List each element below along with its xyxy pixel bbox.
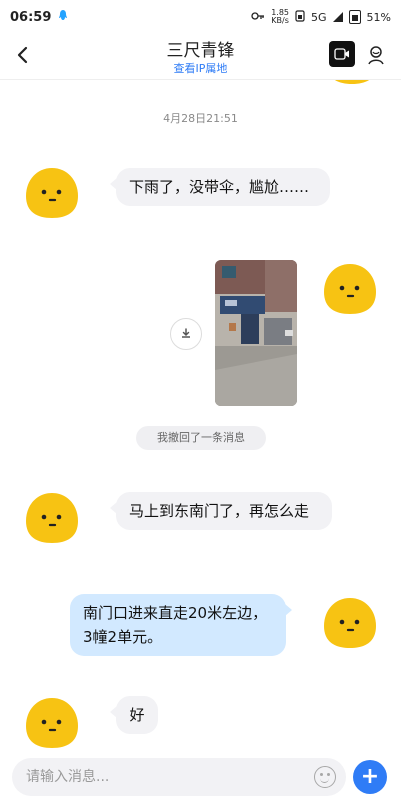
download-icon: [182, 328, 190, 338]
recall-notice-text: 我撤回了一条消息: [157, 431, 245, 444]
emoji-button[interactable]: [314, 766, 336, 788]
message-text: 好: [129, 706, 145, 724]
chat-header: 三尺青锋 查看IP属地: [0, 34, 401, 80]
network-speed-unit: KB/s: [271, 16, 289, 25]
message-text: 马上到东南门了，再怎么走: [129, 502, 310, 520]
smile-icon: [320, 777, 329, 783]
video-camera-icon: [334, 48, 349, 60]
key-icon: [251, 11, 265, 24]
download-button[interactable]: [170, 318, 202, 350]
plus-icon: +: [360, 764, 380, 789]
chat-area[interactable]: 4月28日21:51 下雨了，没带伞，尴尬…… 我撤回了一条消息 马上到东南门了…: [0, 80, 401, 750]
battery-icon: [348, 10, 361, 24]
contact-avatar[interactable]: [22, 692, 82, 750]
profile-icon: [368, 46, 384, 65]
video-call-button[interactable]: [329, 41, 355, 67]
recall-notice: 我撤回了一条消息: [136, 426, 266, 450]
message-input-placeholder: 请输入消息...: [26, 769, 110, 785]
self-avatar[interactable]: [320, 258, 380, 318]
photo-thumbnail: [215, 260, 297, 406]
self-avatar[interactable]: [322, 80, 382, 88]
incoming-message[interactable]: 马上到东南门了，再怎么走: [110, 492, 332, 530]
message-input[interactable]: 请输入消息...: [12, 758, 346, 796]
status-left: 06:59: [10, 9, 69, 25]
network-type: 5G: [311, 10, 327, 24]
status-bar: 06:59 1.85 KB/s 5G 51%: [0, 0, 401, 34]
message-timestamp: 4月28日21:51: [163, 112, 238, 125]
profile-button[interactable]: [363, 42, 389, 68]
more-options-button[interactable]: +: [353, 760, 387, 794]
status-right: 1.85 KB/s 5G 51%: [251, 9, 391, 25]
battery-percent: 51%: [366, 10, 391, 24]
message-text: 下雨了，没带伞，尴尬……: [129, 178, 310, 196]
status-time: 06:59: [10, 9, 52, 25]
outgoing-message[interactable]: 南门口进来直走20米左边，3幢2单元。: [70, 594, 292, 656]
self-avatar[interactable]: [320, 592, 380, 652]
sim-icon: [295, 9, 305, 25]
qq-notification-icon: [57, 9, 69, 25]
contact-avatar[interactable]: [22, 162, 82, 222]
network-speed: 1.85 KB/s: [271, 9, 289, 25]
composer-bar: 请输入消息... +: [0, 750, 401, 800]
contact-avatar[interactable]: [22, 487, 82, 547]
message-text: 南门口进来直走20米左边，3幢2单元。: [83, 604, 268, 646]
incoming-message[interactable]: 好: [110, 696, 158, 734]
signal-icon: [332, 12, 343, 22]
incoming-message[interactable]: 下雨了，没带伞，尴尬……: [110, 168, 330, 206]
sent-photo[interactable]: [215, 260, 297, 406]
